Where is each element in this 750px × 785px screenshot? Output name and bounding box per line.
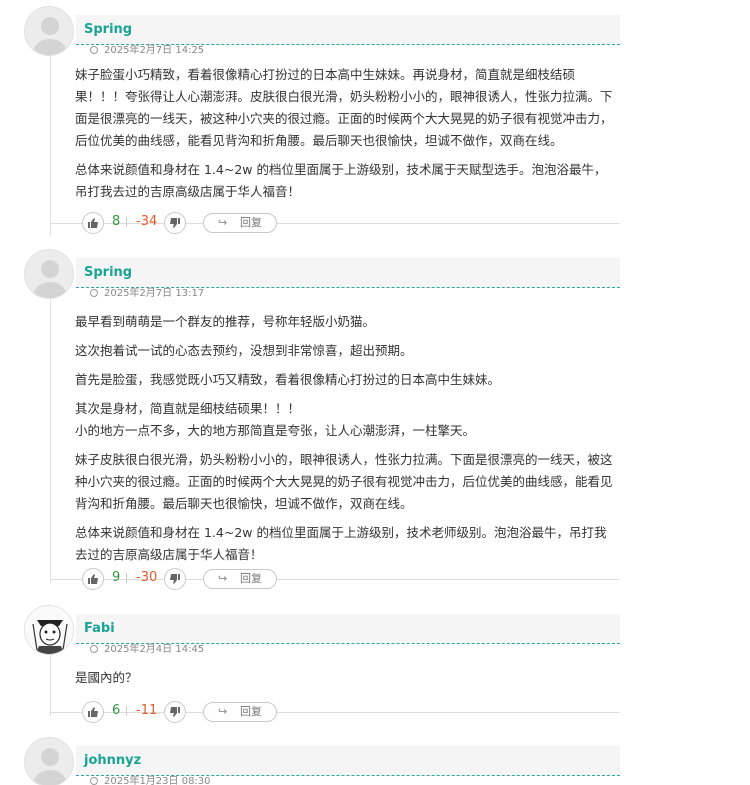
clock-icon [90,645,98,653]
dislike-button[interactable] [164,568,186,590]
comment-thread: Spring 2025年2月7日 14:25 妹子脸蛋小巧精致，看着很像精心打扮… [0,0,750,785]
like-button[interactable] [82,701,104,723]
thumbs-up-icon [88,574,98,584]
comment-date-text: 2025年2月7日 13:17 [104,288,205,299]
comment: johnnyz 2025年1月23日 08:30 [0,737,750,785]
like-button[interactable] [82,568,104,590]
dislike-button[interactable] [164,212,186,234]
reply-button[interactable]: ↪ 回复 [203,213,277,233]
comment-body: 最早看到萌萌是一个群友的推荐，号称年轻版小奶猫。 这次抱着试一试的心态去预约，没… [75,311,615,573]
reply-label: 回复 [240,216,262,229]
thread-line [50,299,51,583]
reply-button[interactable]: ↪ 回复 [203,702,277,722]
like-count: 6 [112,703,121,718]
comment-date: 2025年2月4日 14:45 [90,640,204,655]
clock-icon [90,289,98,297]
default-avatar-icon[interactable] [24,6,74,56]
thumbs-up-icon [88,707,98,717]
comment-paragraph: 妹子脸蛋小巧精致，看着很像精心打扮过的日本高中生妹妹。再说身材，简直就是细枝结硕… [75,67,613,148]
sketch-avatar-icon[interactable] [24,605,74,655]
dislike-count: -34 [136,214,158,229]
clock-icon [90,46,98,54]
comment-body: 妹子脸蛋小巧精致，看着很像精心打扮过的日本高中生妹妹。再说身材，简直就是细枝结硕… [75,64,615,210]
count-separator [126,217,127,227]
default-avatar-icon[interactable] [24,737,74,785]
comment-actions: 8 -34 ↪ 回复 [50,211,620,235]
reply-arrow-icon: ↪ [218,705,228,718]
reply-arrow-icon: ↪ [218,572,228,585]
dislike-count: -30 [136,570,158,585]
reply-label: 回复 [240,705,262,718]
comment-body: 是國內的？ [75,667,615,696]
thumbs-down-icon [170,707,180,717]
comment-author[interactable]: Spring [84,22,132,37]
count-separator [126,573,127,583]
count-separator [126,706,127,716]
comment-date-text: 2025年2月4日 14:45 [104,644,205,655]
comment-paragraph: 妹子皮肤很白很光滑，奶头粉粉小小的，眼神很诱人，性张力拉满。下面是很漂亮的一线天… [75,452,613,511]
thumbs-down-icon [170,574,180,584]
comment-paragraph: 是國內的？ [75,670,138,685]
dislike-button[interactable] [164,701,186,723]
comment-date: 2025年2月7日 14:25 [90,41,204,56]
comment-author[interactable]: Fabi [84,621,115,636]
comment-paragraph: 总体来说颜值和身材在 1.4~2w 的档位里面属于上游级别，技术属于天赋型选手。… [75,162,607,199]
thumbs-down-icon [170,218,180,228]
comment: Fabi 2025年2月4日 14:45 是國內的？ 6 -11 ↪ 回复 [0,605,750,730]
comment-paragraph: 这次抱着试一试的心态去预约，没想到非常惊喜，超出预期。 [75,343,413,358]
comment-author[interactable]: johnnyz [84,753,141,768]
comment-author[interactable]: Spring [84,265,132,280]
clock-icon [90,777,98,785]
comment-actions: 6 -11 ↪ 回复 [50,700,620,724]
like-count: 8 [112,214,121,229]
like-count: 9 [112,570,121,585]
reply-label: 回复 [240,572,262,585]
reply-arrow-icon: ↪ [218,216,228,229]
comment-paragraph: 最早看到萌萌是一个群友的推荐，号称年轻版小奶猫。 [75,314,376,329]
reply-button[interactable]: ↪ 回复 [203,569,277,589]
thumbs-up-icon [88,218,98,228]
comment-date-text: 2025年1月23日 08:30 [104,776,211,785]
comment-date-text: 2025年2月7日 14:25 [104,45,205,56]
comment-date: 2025年1月23日 08:30 [90,772,211,785]
comment-actions: 9 -30 ↪ 回复 [50,567,620,591]
dislike-count: -11 [136,703,158,718]
default-avatar-icon[interactable] [24,249,74,299]
thread-line [50,56,51,236]
comment: Spring 2025年2月7日 13:17 最早看到萌萌是一个群友的推荐，号称… [0,249,750,599]
comment-paragraph: 其次是身材，简直就是细枝结硕果！！！ 小的地方一点不多，大的地方那简直是夸张，让… [75,401,476,438]
comment-paragraph: 总体来说颜值和身材在 1.4~2w 的档位里面属于上游级别，技术老师级别。泡泡浴… [75,525,607,562]
comment-paragraph: 首先是脸蛋，我感觉既小巧又精致，看着很像精心打扮过的日本高中生妹妹。 [75,372,501,387]
comment: Spring 2025年2月7日 14:25 妹子脸蛋小巧精致，看着很像精心打扮… [0,6,750,242]
comment-date: 2025年2月7日 13:17 [90,284,204,299]
like-button[interactable] [82,212,104,234]
